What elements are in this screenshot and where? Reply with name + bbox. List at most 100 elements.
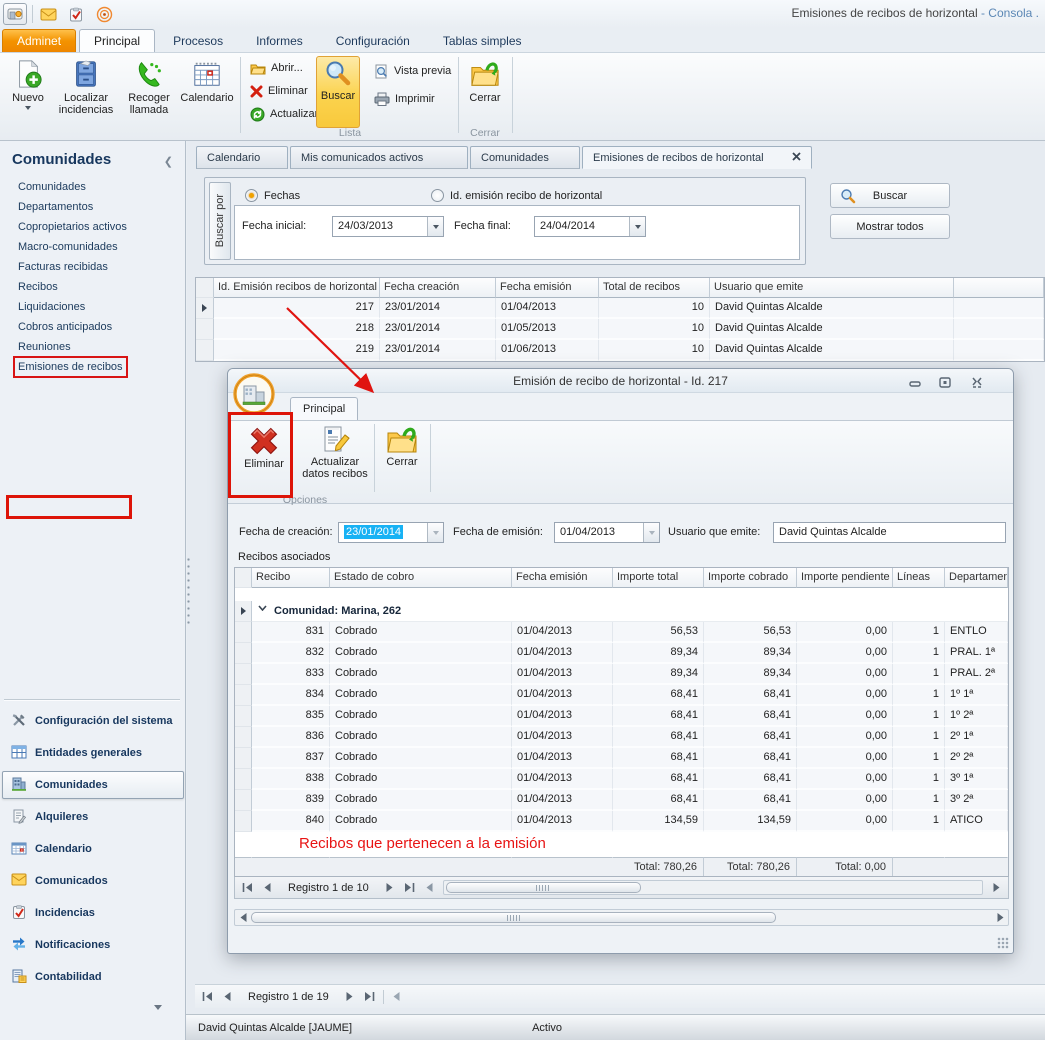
cell-departamen[interactable]: 1º 2ª <box>945 706 1008 727</box>
cell-líneas[interactable]: 1 <box>893 811 945 832</box>
sidebar-item-reuniones[interactable]: Reuniones <box>0 337 185 357</box>
cell-importe-pendiente[interactable]: 0,00 <box>797 727 893 748</box>
cell-fecha_creacion[interactable]: 23/01/2014 <box>380 298 496 319</box>
cell-recibo[interactable]: 832 <box>252 643 330 664</box>
dialog-horizontal-scrollbar[interactable] <box>234 909 1009 926</box>
row-selector[interactable] <box>235 706 252 727</box>
dialog-minimize-icon[interactable] <box>905 375 925 390</box>
column-header-fecha-emisión[interactable]: Fecha emisión <box>512 568 613 588</box>
nav-item-incidencias[interactable]: Incidencias <box>2 899 184 927</box>
cell-líneas[interactable]: 1 <box>893 748 945 769</box>
cell-importe-total[interactable]: 68,41 <box>613 748 704 769</box>
scrollbar-thumb[interactable] <box>446 882 641 893</box>
cell-importe-total[interactable]: 68,41 <box>613 685 704 706</box>
cell-estado-de-cobro[interactable]: Cobrado <box>330 706 512 727</box>
nav-item-calendario[interactable]: Calendario <box>2 835 184 863</box>
cell-usuario[interactable]: David Quintas Alcalde <box>710 340 954 361</box>
cell-importe-total[interactable]: 68,41 <box>613 727 704 748</box>
cell-importe-pendiente[interactable]: 0,00 <box>797 811 893 832</box>
mostrar-todos-button[interactable]: Mostrar todos <box>830 214 950 239</box>
ribbon-tab-procesos[interactable]: Procesos <box>158 29 238 52</box>
row-selector[interactable] <box>235 769 252 790</box>
nav-item-configuración-del-sistema[interactable]: Configuración del sistema <box>2 707 184 735</box>
cell-departamen[interactable]: 1º 1ª <box>945 685 1008 706</box>
cerrar-button[interactable]: Cerrar <box>462 56 508 128</box>
fecha-inicial-field[interactable]: 24/03/2013 <box>332 216 444 237</box>
cell-importe-total[interactable]: 56,53 <box>613 622 704 643</box>
cell-departamen[interactable]: ATICO <box>945 811 1008 832</box>
cell-importe-cobrado[interactable]: 68,41 <box>704 769 797 790</box>
actualizar-button[interactable]: Actualizar <box>246 104 322 124</box>
cell-departamen[interactable]: 2º 2ª <box>945 748 1008 769</box>
cell-importe-cobrado[interactable]: 56,53 <box>704 622 797 643</box>
cell-importe-pendiente[interactable]: 0,00 <box>797 706 893 727</box>
last-record-button[interactable] <box>361 989 379 1005</box>
nav-item-comunicados[interactable]: Comunicados <box>2 867 184 895</box>
vista-previa-button[interactable]: Vista previa <box>370 61 455 81</box>
row-selector[interactable] <box>235 601 252 622</box>
column-header-fecha-emisión[interactable]: Fecha emisión <box>496 278 599 298</box>
fecha-creacion-dropdown[interactable] <box>427 523 443 542</box>
cell-importe-cobrado[interactable]: 68,41 <box>704 727 797 748</box>
cell-importe-cobrado[interactable]: 89,34 <box>704 664 797 685</box>
dialog-eliminar-button[interactable]: Eliminar <box>238 424 290 492</box>
row-selector[interactable] <box>235 727 252 748</box>
cell-id[interactable]: 218 <box>214 319 380 340</box>
cell-total[interactable]: 10 <box>599 340 710 361</box>
cell-estado-de-cobro[interactable]: Cobrado <box>330 748 512 769</box>
mail-icon[interactable] <box>36 3 60 25</box>
cell-líneas[interactable]: 1 <box>893 685 945 706</box>
tasks-icon[interactable] <box>64 3 88 25</box>
cell-importe-pendiente[interactable]: 0,00 <box>797 769 893 790</box>
row-selector[interactable] <box>235 748 252 769</box>
cell-recibo[interactable]: 836 <box>252 727 330 748</box>
cell-fecha_emision[interactable]: 01/05/2013 <box>496 319 599 340</box>
sidebar-collapse-icon[interactable]: ❮ <box>164 155 173 168</box>
dialog-resize-grip[interactable] <box>997 937 1009 949</box>
row-selector[interactable] <box>196 340 214 361</box>
row-selector[interactable] <box>196 319 214 340</box>
broadcast-icon[interactable] <box>92 3 116 25</box>
cell-importe-total[interactable]: 68,41 <box>613 769 704 790</box>
doc-tab-emisiones-de-recibos-de-horizontal[interactable]: Emisiones de recibos de horizontal <box>582 146 812 169</box>
cell-estado-de-cobro[interactable]: Cobrado <box>330 790 512 811</box>
scroll-left-button[interactable] <box>421 880 439 896</box>
dialog-cerrar-button[interactable]: Cerrar <box>378 424 426 492</box>
cell-importe-pendiente[interactable]: 0,00 <box>797 748 893 769</box>
sidebar-splitter-handle[interactable] <box>186 556 191 628</box>
eliminar-button[interactable]: Eliminar <box>246 81 312 101</box>
next-record-button[interactable] <box>341 989 359 1005</box>
nuevo-button[interactable]: Nuevo <box>6 56 50 128</box>
fecha-creacion-field[interactable]: 23/01/2014 <box>338 522 444 543</box>
row-selector[interactable] <box>235 664 252 685</box>
column-header-recibo[interactable]: Recibo <box>252 568 330 588</box>
cell-fecha-emisión[interactable]: 01/04/2013 <box>512 769 613 790</box>
sidebar-item-macro-comunidades[interactable]: Macro-comunidades <box>0 237 185 257</box>
nav-item-entidades-generales[interactable]: Entidades generales <box>2 739 184 767</box>
nav-item-contabilidad[interactable]: Contabilidad <box>2 963 184 991</box>
fecha-inicial-dropdown[interactable] <box>427 217 443 236</box>
sidebar-item-emisiones-de-recibos[interactable]: Emisiones de recibos <box>0 357 185 377</box>
recoger-llamada-button[interactable]: Recoger llamada <box>121 56 177 128</box>
column-header-importe-total[interactable]: Importe total <box>613 568 704 588</box>
cell-recibo[interactable]: 831 <box>252 622 330 643</box>
cell-estado-de-cobro[interactable]: Cobrado <box>330 643 512 664</box>
column-header-importe-pendiente[interactable]: Importe pendiente <box>797 568 893 588</box>
scroll-left-button[interactable] <box>388 989 406 1005</box>
cell-recibo[interactable]: 833 <box>252 664 330 685</box>
nav-item-alquileres[interactable]: Alquileres <box>2 803 184 831</box>
cell-fecha-emisión[interactable]: 01/04/2013 <box>512 622 613 643</box>
column-header-fecha-creación[interactable]: Fecha creación <box>380 278 496 298</box>
cell-fecha_creacion[interactable]: 23/01/2014 <box>380 319 496 340</box>
cell-fecha_emision[interactable]: 01/06/2013 <box>496 340 599 361</box>
cell-importe-cobrado[interactable]: 89,34 <box>704 643 797 664</box>
fecha-emision-field[interactable]: 01/04/2013 <box>554 522 660 543</box>
cell-departamen[interactable]: PRAL. 1ª <box>945 643 1008 664</box>
cell-estado-de-cobro[interactable]: Cobrado <box>330 622 512 643</box>
buscar-panel-button[interactable]: Buscar <box>830 183 950 208</box>
cell-fecha_emision[interactable]: 01/04/2013 <box>496 298 599 319</box>
cell-recibo[interactable]: 839 <box>252 790 330 811</box>
first-record-button[interactable] <box>238 880 256 896</box>
fecha-emision-dropdown[interactable] <box>643 523 659 542</box>
abrir-button[interactable]: Abrir... <box>246 58 307 78</box>
